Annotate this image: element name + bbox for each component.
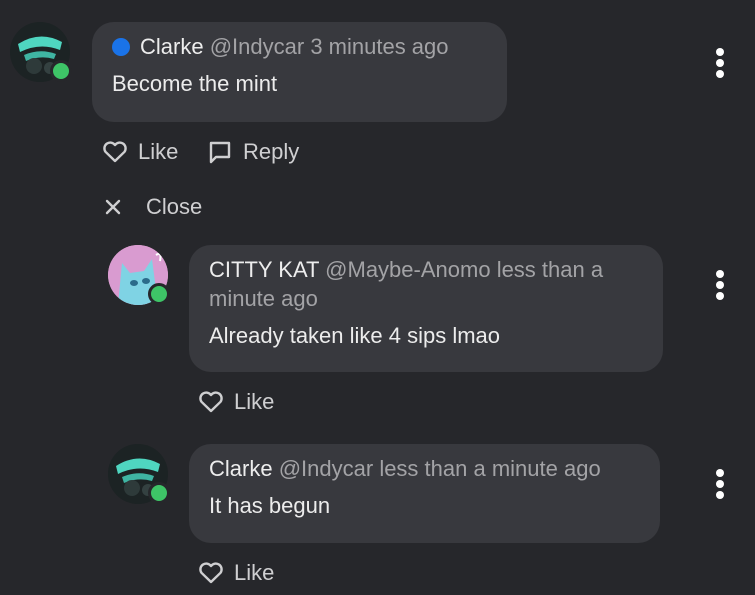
author-handle[interactable]: @Indycar (279, 456, 373, 481)
comment-bubble: Clarke @Indycar 3 minutes ago Become the… (92, 22, 507, 122)
like-button[interactable]: Like (102, 139, 178, 165)
dot (716, 70, 724, 78)
online-status-indicator (148, 283, 170, 305)
comment-header: Clarke @Indycar 3 minutes ago (112, 32, 487, 61)
like-label: Like (234, 560, 275, 585)
online-status-indicator (148, 482, 170, 504)
like-button[interactable]: Like (198, 389, 274, 415)
comment-header: Clarke @Indycar less than a minute ago (209, 454, 640, 483)
dot (716, 292, 724, 300)
comment-time: less than a (496, 257, 604, 282)
author-name[interactable]: Clarke (209, 456, 273, 481)
heart-icon (199, 391, 223, 413)
reply-button[interactable]: Reply (207, 139, 299, 165)
comment-text: It has begun (209, 493, 331, 518)
comment-text: Already taken like 4 sips lmao (209, 323, 501, 348)
avatar-clarke[interactable] (108, 444, 170, 504)
heart-icon (199, 562, 223, 584)
dot (716, 480, 724, 488)
comment-header: CITTY KAT @Maybe-Anomo less than a minut… (209, 255, 643, 313)
reply-icon (209, 141, 231, 164)
more-options-button[interactable] (713, 48, 727, 78)
author-handle[interactable]: @Indycar (210, 34, 304, 59)
close-label: Close (146, 194, 203, 219)
author-name[interactable]: CITTY KAT (209, 257, 319, 282)
comment-time: 3 minutes ago (310, 34, 449, 59)
reply-label: Reply (243, 139, 300, 164)
dot (716, 59, 724, 67)
avatar-clarke[interactable] (10, 22, 72, 82)
comment-time-continued: minute ago (209, 286, 318, 311)
comment-time: less than a minute ago (379, 456, 601, 481)
like-label: Like (234, 389, 275, 414)
more-options-button[interactable] (713, 270, 727, 300)
dot (716, 281, 724, 289)
verified-dot-icon (112, 38, 130, 56)
like-button[interactable]: Like (198, 560, 274, 586)
more-options-button[interactable] (713, 469, 727, 499)
dot (716, 469, 724, 477)
online-status-indicator (50, 60, 72, 82)
author-name[interactable]: Clarke (140, 34, 204, 59)
close-icon (105, 199, 121, 215)
dot (716, 270, 724, 278)
dot (716, 48, 724, 56)
avatar-citty-kat[interactable] (108, 245, 170, 305)
close-replies-button[interactable]: Close (104, 194, 202, 220)
heart-icon (103, 141, 127, 163)
author-handle[interactable]: @Maybe-Anomo (325, 257, 490, 282)
comment-bubble: Clarke @Indycar less than a minute ago I… (189, 444, 660, 543)
dot (716, 491, 724, 499)
comment-bubble: CITTY KAT @Maybe-Anomo less than a minut… (189, 245, 663, 372)
like-label: Like (138, 139, 179, 164)
comment-text: Become the mint (112, 71, 278, 96)
